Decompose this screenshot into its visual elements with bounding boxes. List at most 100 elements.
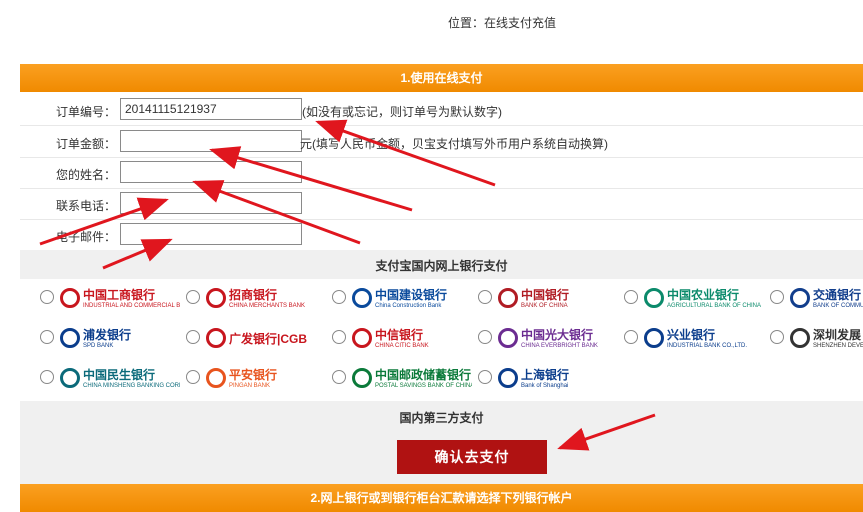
phone-input[interactable] [120,192,302,214]
bank-mark-icon [498,288,518,308]
bank-subname: CHINA CITIC BANK [375,343,429,349]
bank-mark-icon [644,328,664,348]
name-row: 您的姓名： [20,157,863,189]
bank-name: 中信银行 [375,328,424,342]
cgb-logo: 广发银行|CGB [206,327,307,349]
bank-subname: BANK OF CHINA [521,303,568,309]
bank-name: 中国银行 [521,288,570,302]
bank-option[interactable]: 广发银行|CGB [186,325,326,351]
bank-option[interactable]: 平安银行 PINGAN BANK [186,365,326,391]
bank-mark-icon [790,288,810,308]
bank-option[interactable]: 中国农业银行 AGRICULTURAL BANK OF CHINA [624,285,764,311]
bank-mark-icon [206,368,226,388]
bank-mark-icon [60,368,80,388]
bank-radio[interactable] [624,330,638,344]
bank-mark-icon [498,328,518,348]
bank-radio[interactable] [40,370,54,384]
bank-option[interactable]: 中国民生银行CHINA MINSHENG BANKING CORP.,LTD [40,365,180,391]
bank-name: 中国工商银行 [83,288,156,302]
bank-option[interactable]: 浦发银行 SPD BANK [40,325,180,351]
bank-subname: INDUSTRIAL AND COMMERCIAL BANK OF CHINA [83,303,180,309]
bank-mark-icon [352,368,372,388]
name-input[interactable] [120,161,302,183]
bank-option[interactable]: 兴业银行 INDUSTRIAL BANK CO.,LTD. [624,325,764,351]
amount-label: 订单金额： [55,137,116,151]
amount-row: 订单金额： 元(填写人民币金额，贝宝支付填写外币用户系统自动换算) [20,126,863,158]
bank-list: 中国工商银行INDUSTRIAL AND COMMERCIAL BANK OF … [20,279,863,401]
bosh-logo: 上海银行 Bank of Shanghai [498,367,569,389]
bank-name: 深圳发展 [813,328,862,342]
amount-hint: 元(填写人民币金额，贝宝支付填写外币用户系统自动换算) [300,137,608,151]
section2-header: 2.网上银行或到银行柜台汇款请选择下列银行帐户 [20,484,863,512]
bank-subname: INDUSTRIAL BANK CO.,LTD. [667,343,748,349]
bank-name: 中国光大银行 [521,328,594,342]
bank-option[interactable]: 中国银行 BANK OF CHINA [478,285,618,311]
bank-subname: PINGAN BANK [229,383,271,389]
email-input[interactable] [120,223,302,245]
third-party-title: 国内第三方支付 [399,411,484,425]
bank-option[interactable]: 中信银行 CHINA CITIC BANK [332,325,472,351]
bank-option[interactable]: 中国邮政储蓄银行 POSTAL SAVINGS BANK OF CHINA [332,365,472,391]
amount-input[interactable] [120,130,302,152]
bank-name: 浦发银行 [83,328,132,342]
bank-subname: CHINA EVERBRIGHT BANK [521,343,598,349]
bank-name: 广发银行|CGB [229,331,308,346]
bank-radio[interactable] [40,290,54,304]
email-label: 电子邮件： [55,230,116,244]
bank-name: 兴业银行 [667,328,716,342]
bank-subname: Bank of Shanghai [521,383,569,389]
bank-option[interactable]: 中国建设银行 China Construction Bank [332,285,472,311]
bank-radio[interactable] [186,330,200,344]
bank-radio[interactable] [186,290,200,304]
order-no-row: 订单编号： (如没有或忘记，则订单号为默认数字) [20,94,863,126]
bank-subname: BANK OF COMMUNICATIONS [813,303,863,309]
bank-radio[interactable] [478,290,492,304]
bank-radio[interactable] [332,330,346,344]
bank-radio[interactable] [770,330,784,344]
bank-option[interactable]: 中国光大银行 CHINA EVERBRIGHT BANK [478,325,618,351]
bank-name: 中国邮政储蓄银行 [375,368,472,382]
bank-mark-icon [60,328,80,348]
bank-radio[interactable] [332,290,346,304]
psbc-logo: 中国邮政储蓄银行 POSTAL SAVINGS BANK OF CHINA [352,367,472,389]
bank-subname: POSTAL SAVINGS BANK OF CHINA [375,383,472,389]
bank-name: 中国民生银行 [83,368,156,382]
confirm-pay-button[interactable]: 确认去支付 [397,440,547,474]
bank-radio[interactable] [478,370,492,384]
bank-option[interactable]: 中国工商银行INDUSTRIAL AND COMMERCIAL BANK OF … [40,285,180,311]
bank-mark-icon [352,288,372,308]
bank-mark-icon [644,288,664,308]
bank-subname: CHINA MERCHANTS BANK [229,303,306,309]
name-label: 您的姓名： [55,168,116,182]
bank-subname: CHINA MINSHENG BANKING CORP.,LTD [83,383,180,389]
bank-radio[interactable] [624,290,638,304]
bank-radio[interactable] [478,330,492,344]
location-breadcrumb: 位置：在线支付充值 [448,16,557,30]
bank-name: 招商银行 [229,288,278,302]
bank-mark-icon [206,328,226,348]
bank-mark-icon [352,328,372,348]
bank-mark-icon [60,288,80,308]
bank-radio[interactable] [332,370,346,384]
bank-option[interactable]: 上海银行 Bank of Shanghai [478,365,618,391]
bank-radio[interactable] [40,330,54,344]
bocom-logo: 交通银行BANK OF COMMUNICATIONS [790,287,863,309]
boc-logo: 中国银行 BANK OF CHINA [498,287,569,309]
cmbc-logo: 中国民生银行CHINA MINSHENG BANKING CORP.,LTD [60,367,180,389]
order-no-input[interactable] [120,98,302,120]
spdb-logo: 浦发银行 SPD BANK [60,327,131,349]
bank-subname: SHENZHEN DEVELOPMENT [813,343,863,349]
bank-subname: China Construction Bank [375,303,442,309]
abc-logo: 中国农业银行 AGRICULTURAL BANK OF CHINA [644,287,761,309]
order-no-hint: (如没有或忘记，则订单号为默认数字) [302,105,502,119]
bank-radio[interactable] [770,290,784,304]
bank-name: 中国建设银行 [375,288,448,302]
sdb-logo: 深圳发展SHENZHEN DEVELOPMENT [790,327,863,349]
bank-option[interactable]: 深圳发展SHENZHEN DEVELOPMENT [770,325,863,351]
bank-subname: AGRICULTURAL BANK OF CHINA [667,303,762,309]
icbc-logo: 中国工商银行INDUSTRIAL AND COMMERCIAL BANK OF … [60,287,180,309]
bank-radio[interactable] [186,370,200,384]
bank-name: 中国农业银行 [667,288,740,302]
bank-option[interactable]: 交通银行BANK OF COMMUNICATIONS [770,285,863,311]
bank-option[interactable]: 招商银行 CHINA MERCHANTS BANK [186,285,326,311]
